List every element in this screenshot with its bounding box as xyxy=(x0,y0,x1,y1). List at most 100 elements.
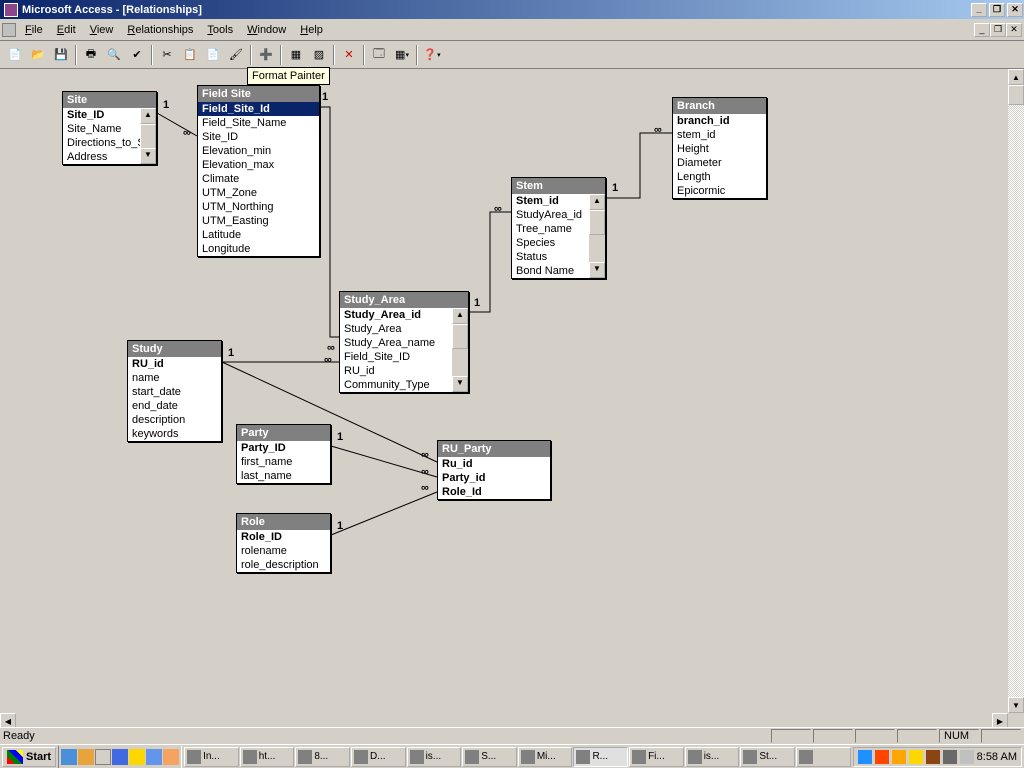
open-button[interactable]: 📂 xyxy=(27,44,49,66)
field-rolename[interactable]: rolename xyxy=(237,544,330,558)
table-studyarea[interactable]: Study_AreaStudy_Area_idStudy_AreaStudy_A… xyxy=(339,291,469,393)
clear-layout-button[interactable]: ✕ xyxy=(338,44,360,66)
table-site[interactable]: SiteSite_IDSite_NameDirections_to_SiAddr… xyxy=(62,91,157,165)
tray-icon[interactable] xyxy=(960,750,974,764)
field-status[interactable]: Status xyxy=(512,250,589,264)
field-role-description[interactable]: role_description xyxy=(237,558,330,572)
taskbar-item[interactable]: 8... xyxy=(295,747,350,767)
field-epicormic[interactable]: Epicormic xyxy=(673,184,766,198)
field-utm-northing[interactable]: UTM_Northing xyxy=(198,200,319,214)
field-community-type[interactable]: Community_Type xyxy=(340,378,452,392)
table-ruparty[interactable]: RU_PartyRu_idParty_idRole_Id xyxy=(437,440,551,500)
tray-icon[interactable] xyxy=(892,750,906,764)
vertical-scrollbar[interactable]: ▲ ▼ xyxy=(1008,69,1024,713)
field-stem-id[interactable]: Stem_id xyxy=(512,194,589,208)
field-keywords[interactable]: keywords xyxy=(128,427,221,441)
field-ru-id[interactable]: Ru_id xyxy=(438,457,550,471)
field-field-site-id[interactable]: Field_Site_Id xyxy=(198,102,319,116)
paste-button[interactable]: 📄 xyxy=(202,44,224,66)
help-button[interactable]: ❓▾ xyxy=(421,44,443,66)
ie-icon[interactable] xyxy=(61,749,77,765)
taskbar-item[interactable]: Fi... xyxy=(629,747,684,767)
app-icon[interactable] xyxy=(146,749,162,765)
field-start-date[interactable]: start_date xyxy=(128,385,221,399)
taskbar-item[interactable]: R... xyxy=(573,747,628,767)
taskbar-item[interactable] xyxy=(796,747,851,767)
field-role-id[interactable]: Role_ID xyxy=(237,530,330,544)
mdi-minimize-button[interactable]: _ xyxy=(974,23,990,37)
menu-view[interactable]: View xyxy=(83,22,121,38)
scroll-thumb[interactable] xyxy=(1008,85,1024,105)
menu-window[interactable]: Window xyxy=(240,22,293,38)
menu-relationships[interactable]: Relationships xyxy=(120,22,200,38)
print-button[interactable]: 🖶 xyxy=(80,44,102,66)
field-first-name[interactable]: first_name xyxy=(237,455,330,469)
copy-button[interactable]: 📋 xyxy=(179,44,201,66)
field-address[interactable]: Address xyxy=(63,150,140,164)
field-studyarea-id[interactable]: StudyArea_id xyxy=(512,208,589,222)
field-last-name[interactable]: last_name xyxy=(237,469,330,483)
field-elevation-max[interactable]: Elevation_max xyxy=(198,158,319,172)
save-button[interactable]: 💾 xyxy=(50,44,72,66)
new-button[interactable]: 📄 xyxy=(4,44,26,66)
table-header[interactable]: Field Site xyxy=(198,86,319,102)
table-header[interactable]: Study xyxy=(128,341,221,357)
table-fieldsite[interactable]: Field SiteField_Site_IdField_Site_NameSi… xyxy=(197,85,320,257)
field-site-name[interactable]: Site_Name xyxy=(63,122,140,136)
new-object-button[interactable]: ▦▾ xyxy=(391,44,413,66)
close-button[interactable]: ✕ xyxy=(1007,3,1023,17)
database-window-button[interactable]: 🗔 xyxy=(368,44,390,66)
table-header[interactable]: Study_Area xyxy=(340,292,468,308)
tray-icon[interactable] xyxy=(909,750,923,764)
relationships-canvas[interactable]: 1∞1∞1∞1∞1∞∞1∞1∞ SiteSite_IDSite_NameDire… xyxy=(0,69,1008,713)
field-climate[interactable]: Climate xyxy=(198,172,319,186)
table-header[interactable]: Role xyxy=(237,514,330,530)
show-all-button[interactable]: ▨ xyxy=(308,44,330,66)
field-party-id[interactable]: Party_id xyxy=(438,471,550,485)
tray-icon[interactable] xyxy=(875,750,889,764)
field-study-area-id[interactable]: Study_Area_id xyxy=(340,308,452,322)
field-site-id[interactable]: Site_ID xyxy=(198,130,319,144)
field-height[interactable]: Height xyxy=(673,142,766,156)
field-diameter[interactable]: Diameter xyxy=(673,156,766,170)
table-header[interactable]: RU_Party xyxy=(438,441,550,457)
field-ru-id[interactable]: RU_id xyxy=(340,364,452,378)
field-site-id[interactable]: Site_ID xyxy=(63,108,140,122)
taskbar-item[interactable]: ht... xyxy=(240,747,295,767)
table-stem[interactable]: StemStem_idStudyArea_idTree_nameSpeciesS… xyxy=(511,177,606,279)
field-ru-id[interactable]: RU_id xyxy=(128,357,221,371)
field-study-area[interactable]: Study_Area xyxy=(340,322,452,336)
field-stem-id[interactable]: stem_id xyxy=(673,128,766,142)
spelling-button[interactable]: ✔ xyxy=(126,44,148,66)
table-header[interactable]: Stem xyxy=(512,178,605,194)
menu-help[interactable]: Help xyxy=(293,22,330,38)
tray-icon[interactable] xyxy=(858,750,872,764)
field-utm-easting[interactable]: UTM_Easting xyxy=(198,214,319,228)
field-latitude[interactable]: Latitude xyxy=(198,228,319,242)
field-branch-id[interactable]: branch_id xyxy=(673,114,766,128)
table-scrollbar[interactable]: ▲▼ xyxy=(140,108,156,164)
app-icon[interactable] xyxy=(112,749,128,765)
field-length[interactable]: Length xyxy=(673,170,766,184)
field-utm-zone[interactable]: UTM_Zone xyxy=(198,186,319,200)
field-directions-to-si[interactable]: Directions_to_Si xyxy=(63,136,140,150)
field-elevation-min[interactable]: Elevation_min xyxy=(198,144,319,158)
minimize-button[interactable]: _ xyxy=(971,3,987,17)
field-field-site-name[interactable]: Field_Site_Name xyxy=(198,116,319,130)
app-icon[interactable] xyxy=(163,749,179,765)
format-painter-button[interactable]: 🖌 xyxy=(225,44,247,66)
field-longitude[interactable]: Longitude xyxy=(198,242,319,256)
table-scrollbar[interactable]: ▲▼ xyxy=(452,308,468,392)
field-study-area-name[interactable]: Study_Area_name xyxy=(340,336,452,350)
show-direct-button[interactable]: ▦ xyxy=(285,44,307,66)
preview-button[interactable]: 🔍 xyxy=(103,44,125,66)
mdi-icon[interactable] xyxy=(2,23,16,37)
menu-edit[interactable]: Edit xyxy=(50,22,83,38)
field-role-id[interactable]: Role_Id xyxy=(438,485,550,499)
taskbar-item[interactable]: D... xyxy=(351,747,406,767)
field-name[interactable]: name xyxy=(128,371,221,385)
mdi-close-button[interactable]: ✕ xyxy=(1006,23,1022,37)
taskbar-item[interactable]: is... xyxy=(685,747,740,767)
menu-tools[interactable]: Tools xyxy=(200,22,240,38)
field-bond-name[interactable]: Bond Name xyxy=(512,264,589,278)
